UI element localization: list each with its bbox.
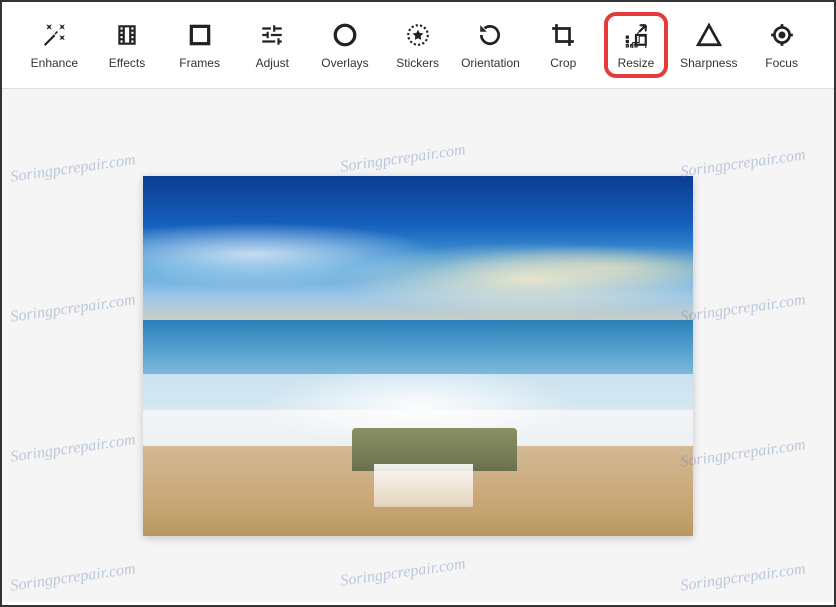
stickers-tool[interactable]: Stickers [385, 14, 450, 76]
rotate-icon [475, 20, 505, 50]
overlays-tool[interactable]: Overlays [313, 14, 378, 76]
magic-wand-icon [39, 20, 69, 50]
crop-label: Crop [550, 56, 576, 70]
image-clouds-region [143, 204, 693, 330]
crop-icon [548, 20, 578, 50]
image-preview[interactable] [143, 176, 693, 536]
sharpness-label: Sharpness [680, 56, 737, 70]
target-icon [767, 20, 797, 50]
editor-toolbar: Enhance Effects Frames Adjust Overlays S… [2, 2, 834, 89]
focus-tool[interactable]: Focus [749, 14, 814, 76]
orientation-label: Orientation [461, 56, 520, 70]
frames-tool[interactable]: Frames [167, 14, 232, 76]
triangle-icon [694, 20, 724, 50]
effects-label: Effects [109, 56, 145, 70]
circle-icon [330, 20, 360, 50]
square-icon [185, 20, 215, 50]
enhance-tool[interactable]: Enhance [22, 14, 87, 76]
resize-icon [621, 20, 651, 50]
film-strip-icon [112, 20, 142, 50]
stickers-label: Stickers [396, 56, 439, 70]
overlays-label: Overlays [321, 56, 368, 70]
canvas-area [2, 89, 834, 602]
resize-label: Resize [618, 56, 655, 70]
focus-label: Focus [765, 56, 798, 70]
frames-label: Frames [179, 56, 220, 70]
star-badge-icon [403, 20, 433, 50]
orientation-tool[interactable]: Orientation [458, 14, 523, 76]
enhance-label: Enhance [31, 56, 78, 70]
sharpness-tool[interactable]: Sharpness [676, 14, 741, 76]
adjust-label: Adjust [256, 56, 289, 70]
sliders-icon [257, 20, 287, 50]
image-waterfall-region [374, 464, 473, 507]
adjust-tool[interactable]: Adjust [240, 14, 305, 76]
resize-tool[interactable]: Resize [604, 12, 669, 78]
crop-tool[interactable]: Crop [531, 14, 596, 76]
effects-tool[interactable]: Effects [95, 14, 160, 76]
